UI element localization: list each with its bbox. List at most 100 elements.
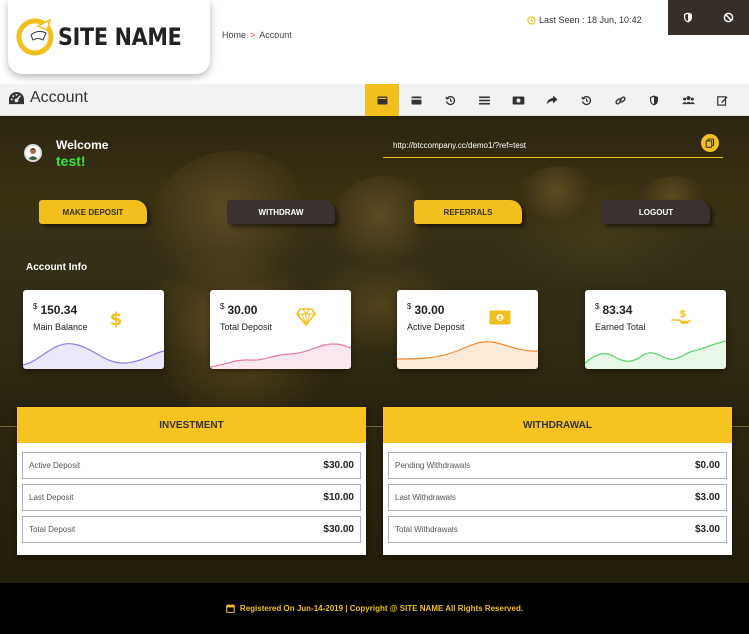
- row-value: $3.00: [694, 492, 720, 503]
- currency-symbol: $: [595, 302, 600, 311]
- svg-text:$: $: [110, 309, 123, 328]
- edit-icon: [716, 95, 728, 106]
- dashboard-icon: [9, 91, 24, 104]
- row-label: Last Deposit: [29, 493, 74, 502]
- nav-link[interactable]: [603, 84, 637, 116]
- referrals-button[interactable]: REFERRALS: [414, 200, 522, 224]
- card-amount-value: 83.34: [602, 303, 633, 317]
- security-button[interactable]: [668, 0, 709, 35]
- row-value: $10.00: [323, 492, 354, 503]
- row-value: $0.00: [694, 460, 720, 471]
- breadcrumb-separator: >: [250, 30, 256, 40]
- nav-shield[interactable]: [637, 84, 671, 116]
- make-deposit-button[interactable]: MAKE DEPOSIT: [39, 200, 147, 224]
- users-icon: [681, 96, 695, 105]
- page-title-text: Account: [30, 89, 88, 106]
- logo-mark-icon: [16, 18, 54, 56]
- row-label: Pending Withdrawals: [395, 461, 471, 470]
- logout-button[interactable]: LOGOUT: [602, 200, 710, 224]
- row-label: Active Deposit: [29, 461, 81, 470]
- cash-icon: $: [489, 310, 511, 325]
- card-icon: [411, 95, 421, 105]
- footer: Registered On Jun-14-2019 | Copyright @ …: [0, 583, 749, 634]
- avatar: [24, 144, 42, 162]
- background-decoration: [520, 166, 600, 226]
- referral-link-field[interactable]: http://btccompany.cc/demo1/?ref=test: [383, 132, 723, 158]
- card-amount: $30.00: [407, 302, 445, 317]
- shield-icon: [650, 95, 658, 105]
- hand-dollar-icon: $: [671, 309, 691, 324]
- clock-icon: [527, 15, 536, 25]
- nav-history[interactable]: [433, 84, 467, 116]
- row-value: $30.00: [323, 460, 354, 471]
- row-value: $30.00: [323, 524, 354, 535]
- account-info-heading: Account Info: [26, 262, 88, 273]
- nav-edit[interactable]: [705, 84, 739, 116]
- row-label: Total Deposit: [29, 525, 76, 534]
- logo[interactable]: SITE NAME: [8, 0, 210, 74]
- last-seen: Last Seen : 18 Jun, 10:42: [527, 15, 642, 25]
- header: SITE NAME Home > Account Last Seen : 18 …: [0, 0, 749, 84]
- investment-row: Active Deposit $30.00: [22, 452, 361, 479]
- hero-background: [0, 116, 749, 427]
- footer-text: Registered On Jun-14-2019 | Copyright @ …: [239, 604, 524, 613]
- withdraw-button[interactable]: WITHDRAW: [227, 200, 335, 224]
- share-icon: [546, 95, 558, 105]
- investment-panel: INVESTMENT Active Deposit $30.00 Last De…: [17, 407, 366, 555]
- username: test!: [56, 153, 86, 169]
- page-title: Account: [8, 89, 88, 107]
- dollar-icon: $: [110, 309, 123, 328]
- currency-symbol: $: [407, 302, 412, 311]
- nav-users[interactable]: [671, 84, 705, 116]
- withdrawal-panel: WITHDRAWAL Pending Withdrawals $0.00 Las…: [383, 407, 732, 555]
- nav-list[interactable]: [467, 84, 501, 116]
- row-label: Total Withdrawals: [395, 525, 458, 534]
- list-icon: [478, 95, 490, 105]
- page: SITE NAME Home > Account Last Seen : 18 …: [0, 0, 749, 634]
- nav-share[interactable]: [535, 84, 569, 116]
- nav-wallet[interactable]: [365, 84, 399, 116]
- referral-url[interactable]: http://btccompany.cc/demo1/?ref=test: [393, 141, 526, 150]
- welcome-block: Welcome test!: [24, 138, 108, 169]
- breadcrumb-home[interactable]: Home: [222, 30, 246, 40]
- card-amount: $30.00: [220, 302, 258, 317]
- block-button[interactable]: [709, 0, 749, 35]
- link-icon: [614, 95, 626, 105]
- card-amount: $83.34: [595, 302, 633, 317]
- copy-button[interactable]: [701, 134, 719, 152]
- sparkline-chart: [585, 340, 726, 369]
- withdrawal-row: Total Withdrawals $3.00: [388, 516, 727, 543]
- sparkline-chart: [210, 343, 351, 369]
- history-icon: [580, 95, 591, 105]
- total-deposit-card: $30.00 Total Deposit: [210, 290, 351, 369]
- last-seen-text: Last Seen : 18 Jun, 10:42: [539, 15, 642, 25]
- nav-history-2[interactable]: [569, 84, 603, 116]
- breadcrumb-current: Account: [259, 30, 292, 40]
- nav-money[interactable]: [501, 84, 535, 116]
- account-bar: Account: [0, 84, 749, 116]
- card-amount-value: 30.00: [227, 303, 258, 317]
- currency-symbol: $: [33, 302, 38, 311]
- nav-card[interactable]: [399, 84, 433, 116]
- history-icon: [444, 95, 455, 105]
- wallet-icon: [377, 95, 387, 105]
- row-label: Last Withdrawals: [395, 493, 456, 502]
- breadcrumb: Home > Account: [222, 30, 292, 40]
- user-avatar-icon: [27, 148, 39, 160]
- welcome-label: Welcome: [56, 138, 109, 152]
- withdrawal-row: Last Withdrawals $3.00: [388, 484, 727, 511]
- card-amount-value: 30.00: [414, 303, 445, 317]
- investment-row: Last Deposit $10.00: [22, 484, 361, 511]
- sparkline-chart: [23, 343, 164, 369]
- investment-title: INVESTMENT: [17, 407, 366, 443]
- diamond-icon: [296, 308, 316, 326]
- copy-icon: [705, 138, 715, 148]
- currency-symbol: $: [220, 302, 225, 311]
- background-decoration: [330, 176, 440, 276]
- money-icon: [512, 95, 524, 105]
- card-amount: $150.34: [33, 302, 77, 317]
- nav-icons: [365, 84, 739, 116]
- active-deposit-card: $30.00 Active Deposit $: [397, 290, 538, 369]
- svg-text:$: $: [680, 309, 687, 320]
- sparkline-chart: [397, 341, 538, 369]
